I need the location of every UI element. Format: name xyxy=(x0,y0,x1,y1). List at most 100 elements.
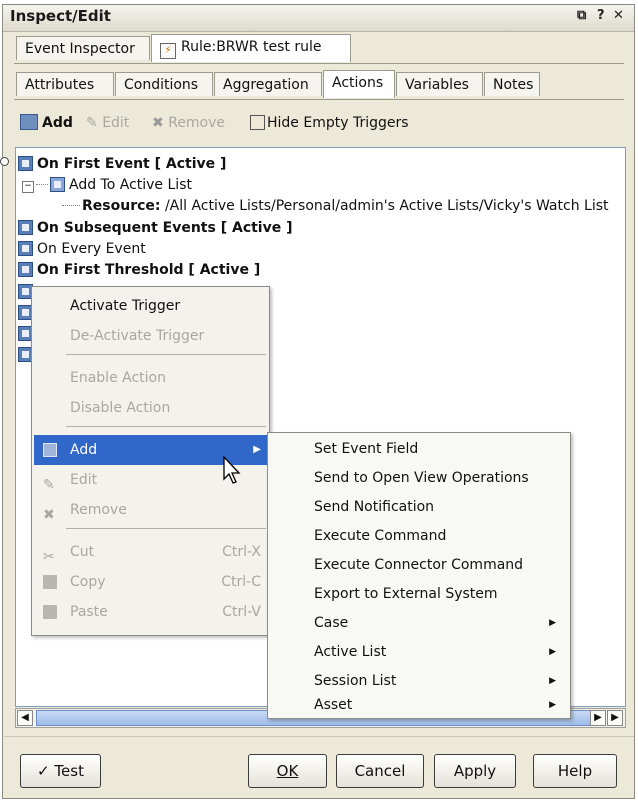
menu-label: Paste xyxy=(70,604,108,620)
help-button[interactable]: Help xyxy=(533,754,617,788)
submenu-item-send-to-openview[interactable]: Send to Open View Operations xyxy=(268,464,570,493)
cancel-label: Cancel xyxy=(354,762,406,780)
scroll-left-arrow-icon[interactable]: ◀ xyxy=(17,710,33,726)
drag-handle[interactable] xyxy=(0,157,9,166)
tab-actions[interactable]: Actions xyxy=(323,70,395,98)
edit-button[interactable]: ✎ Edit xyxy=(86,112,129,134)
tree-node-every-event[interactable]: On Every Event xyxy=(18,239,146,259)
menu-separator xyxy=(66,528,266,529)
submenu-item-set-event-field[interactable]: Set Event Field xyxy=(268,435,570,464)
menu-label: Add xyxy=(70,442,98,458)
apply-button[interactable]: Apply xyxy=(434,754,516,788)
copy-icon xyxy=(43,575,57,589)
close-icon[interactable]: ✕ xyxy=(613,8,624,23)
collapse-icon[interactable]: − xyxy=(22,181,34,193)
tab-notes[interactable]: Notes xyxy=(484,72,540,96)
menu-item-remove[interactable]: ✖ Remove xyxy=(34,495,267,525)
menu-item-activate-trigger[interactable]: Activate Trigger xyxy=(34,291,267,321)
menu-label: Cut xyxy=(70,544,95,560)
trigger-icon xyxy=(18,262,33,277)
pencil-icon: ✎ xyxy=(43,477,55,493)
submenu-item-export-external[interactable]: Export to External System xyxy=(268,580,570,609)
add-label: Add xyxy=(42,115,73,131)
submenu-arrow-icon: ▶ xyxy=(253,444,261,455)
remove-x-icon: ✖ xyxy=(152,115,164,131)
submenu-label: Asset xyxy=(314,697,353,713)
rule-icon: ⚡ xyxy=(160,43,176,59)
tree-node-subsequent-events[interactable]: On Subsequent Events [ Active ] xyxy=(18,218,293,238)
menu-label: Remove xyxy=(70,502,127,518)
tab-label: Attributes xyxy=(25,77,95,93)
menu-label: Disable Action xyxy=(70,400,171,416)
submenu-item-case[interactable]: Case ▶ xyxy=(268,609,570,638)
paste-icon xyxy=(43,605,57,619)
submenu-label: Case xyxy=(314,615,349,631)
submenu-label: Export to External System xyxy=(314,586,498,602)
tab-attributes[interactable]: Attributes xyxy=(16,72,114,96)
resource-label: Resource: xyxy=(82,198,161,214)
node-label: Add To Active List xyxy=(69,177,192,193)
test-label: Test xyxy=(54,762,84,780)
hide-empty-label: Hide Empty Triggers xyxy=(267,115,409,131)
tab-event-inspector[interactable]: Event Inspector xyxy=(16,36,150,60)
submenu-item-send-notification[interactable]: Send Notification xyxy=(268,493,570,522)
menu-item-disable-action[interactable]: Disable Action xyxy=(34,393,267,423)
submenu-item-asset[interactable]: Asset ▶ xyxy=(268,691,570,720)
menu-label: Copy xyxy=(70,574,106,590)
menu-item-paste[interactable]: Paste Ctrl-V xyxy=(34,597,267,627)
window-title: Inspect/Edit xyxy=(10,7,111,25)
edit-label: Edit xyxy=(102,115,130,131)
tab-label: Notes xyxy=(493,77,534,93)
node-label: On First Threshold [ Active ] xyxy=(37,262,261,278)
tab-label: Event Inspector xyxy=(25,41,135,57)
trigger-icon xyxy=(18,220,33,235)
tab-aggregation[interactable]: Aggregation xyxy=(214,72,322,96)
scroll-right-arrow-icon[interactable]: ▶ xyxy=(607,710,623,726)
remove-button[interactable]: ✖ Remove xyxy=(152,112,225,134)
submenu-arrow-icon: ▶ xyxy=(549,647,556,657)
tab-variables[interactable]: Variables xyxy=(396,72,483,96)
remove-x-icon: ✖ xyxy=(43,507,55,523)
tree-node-first-threshold[interactable]: On First Threshold [ Active ] xyxy=(18,260,260,280)
test-button[interactable]: ✓ Test xyxy=(20,754,101,788)
menu-label: Activate Trigger xyxy=(70,298,181,314)
add-icon xyxy=(43,443,57,457)
tab-conditions[interactable]: Conditions xyxy=(115,72,213,96)
cancel-button[interactable]: Cancel xyxy=(336,754,424,788)
menu-item-enable-action[interactable]: Enable Action xyxy=(34,363,267,393)
top-tab-strip: Event Inspector ⚡ Rule:BRWR test rule xyxy=(14,34,624,64)
add-submenu: Set Event Field Send to Open View Operat… xyxy=(267,432,571,719)
resource-path: /All Active Lists/Personal/admin's Activ… xyxy=(160,198,609,214)
submenu-item-execute-command[interactable]: Execute Command xyxy=(268,522,570,551)
actions-toolbar: Add ✎ Edit ✖ Remove Hide Empty Triggers xyxy=(16,108,626,138)
undock-icon[interactable]: ⧉ xyxy=(577,8,586,23)
menu-separator xyxy=(66,426,266,427)
node-label: On First Event [ Active ] xyxy=(37,156,227,172)
ok-label: OK xyxy=(276,762,299,780)
menu-item-deactivate-trigger[interactable]: De-Activate Trigger xyxy=(34,321,267,351)
submenu-item-active-list[interactable]: Active List ▶ xyxy=(268,638,570,667)
tree-node-resource[interactable]: Resource: /All Active Lists/Personal/adm… xyxy=(62,196,609,216)
submenu-label: Session List xyxy=(314,673,397,689)
help-label: Help xyxy=(557,762,593,780)
submenu-item-execute-connector-command[interactable]: Execute Connector Command xyxy=(268,551,570,580)
pencil-icon: ✎ xyxy=(86,115,98,131)
help-icon[interactable]: ? xyxy=(597,8,605,23)
menu-item-copy[interactable]: Copy Ctrl-C xyxy=(34,567,267,597)
shortcut-label: Ctrl-V xyxy=(222,604,261,620)
node-label: On Every Event xyxy=(37,241,146,257)
scroll-right-arrow-icon[interactable]: ▶ xyxy=(590,710,606,726)
tab-label: Aggregation xyxy=(223,77,309,93)
submenu-label: Execute Command xyxy=(314,528,447,544)
tree-node-add-to-active-list[interactable]: − Add To Active List xyxy=(22,175,192,195)
hide-triggers-icon xyxy=(250,115,265,130)
node-label: On Subsequent Events [ Active ] xyxy=(37,220,293,236)
ok-button[interactable]: OK xyxy=(248,754,327,788)
hide-empty-triggers-button[interactable]: Hide Empty Triggers xyxy=(250,112,409,134)
tree-node-first-event[interactable]: On First Event [ Active ] xyxy=(18,154,226,174)
tab-rule[interactable]: ⚡ Rule:BRWR test rule xyxy=(151,34,351,62)
add-button[interactable]: Add xyxy=(20,112,73,134)
menu-item-cut[interactable]: ✂ Cut Ctrl-X xyxy=(34,537,267,567)
trigger-icon xyxy=(18,156,33,171)
action-icon xyxy=(50,177,65,192)
